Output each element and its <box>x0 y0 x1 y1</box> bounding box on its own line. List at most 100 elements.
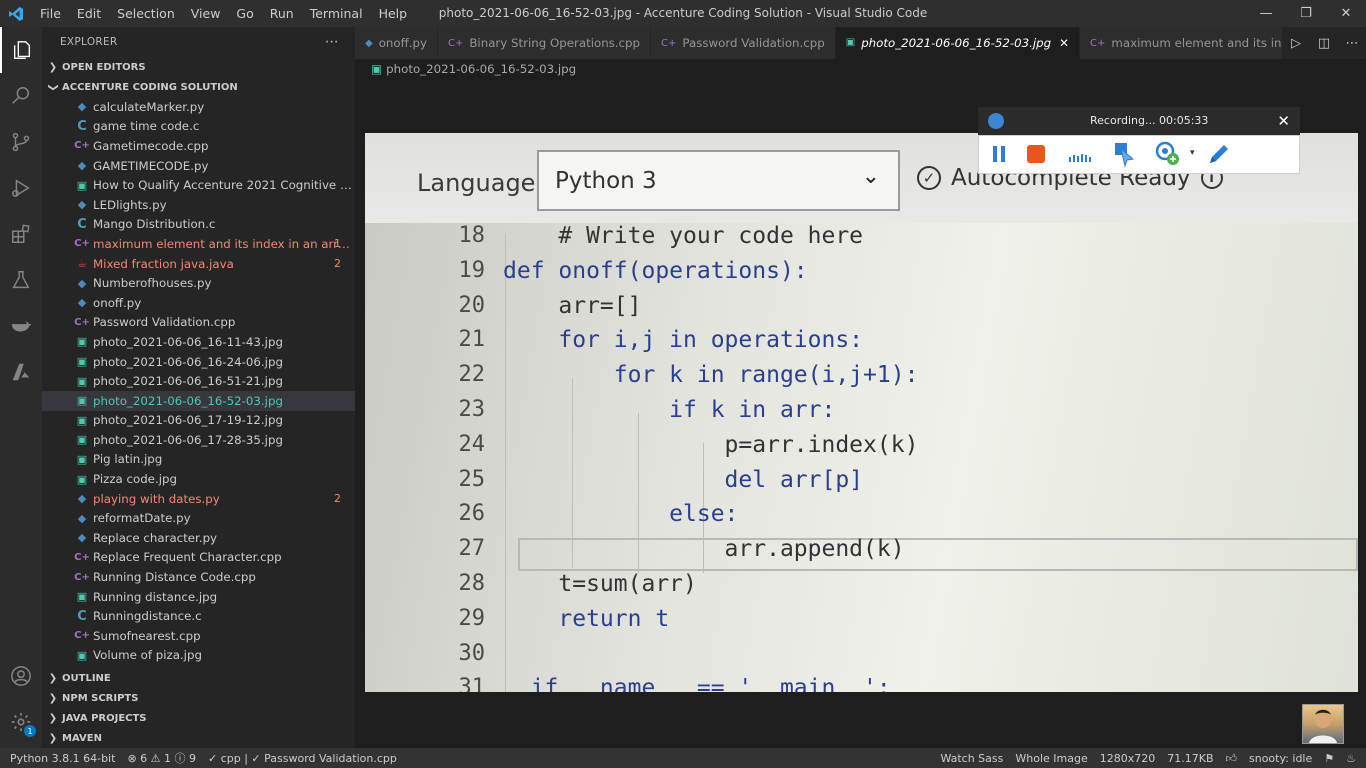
cpp-icon: C+ <box>74 630 90 642</box>
extensions-icon[interactable] <box>0 211 42 257</box>
close-window-icon[interactable]: ✕ <box>1326 0 1366 27</box>
file-item[interactable]: C+ Gametimecode.cpp <box>42 136 355 156</box>
watch-sass[interactable]: Watch Sass <box>934 752 1009 765</box>
docker-icon[interactable] <box>0 303 42 349</box>
more-actions-icon[interactable]: ⋯ <box>1338 36 1366 51</box>
audio-level-icon[interactable] <box>1069 148 1093 165</box>
file-item[interactable]: C Runningdistance.c <box>42 606 355 626</box>
file-item[interactable]: C+ Running Distance Code.cpp <box>42 567 355 587</box>
status-bar: Python 3.8.1 64-bit ⊗ 6 ⚠ 1 ⓘ 9 ✓ cpp | … <box>0 748 1366 768</box>
breadcrumb[interactable]: ▣ photo_2021-06-06_16-52-03.jpg <box>355 59 576 79</box>
editor-tab[interactable]: ◆ onoff.py <box>355 27 438 59</box>
outline-section[interactable]: ❯ OUTLINE <box>42 668 355 688</box>
menu-file[interactable]: File <box>32 0 69 27</box>
file-item[interactable]: ◆ Replace character.py <box>42 528 355 548</box>
highlight-cursor-icon[interactable] <box>1113 141 1137 172</box>
account-icon[interactable] <box>0 653 42 699</box>
problems-indicator[interactable]: ⊗ 6 ⚠ 1 ⓘ 9 <box>121 750 202 766</box>
restore-icon[interactable]: ❐ <box>1286 0 1326 27</box>
testing-icon[interactable] <box>0 257 42 303</box>
source-control-icon[interactable] <box>0 119 42 165</box>
menu-go[interactable]: Go <box>228 0 261 27</box>
file-item[interactable]: ▣ photo_2021-06-06_16-11-43.jpg <box>42 332 355 352</box>
explorer-icon[interactable] <box>0 27 42 73</box>
java-projects-section[interactable]: ❯ JAVA PROJECTS <box>42 708 355 728</box>
file-name: How to Qualify Accenture 2021 Cognitive … <box>93 178 355 193</box>
line-number: 20 <box>458 292 486 318</box>
menu-selection[interactable]: Selection <box>109 0 183 27</box>
code-line: 27 arr.append(k) <box>365 536 1358 570</box>
menu-view[interactable]: View <box>183 0 229 27</box>
settings-gear-icon[interactable]: 1 <box>0 699 42 745</box>
file-name: Gametimecode.cpp <box>93 138 209 153</box>
maven-section[interactable]: ❯ MAVEN <box>42 728 355 748</box>
editor-tab[interactable]: C+ Password Validation.cpp <box>651 27 836 59</box>
file-item[interactable]: ◆ onoff.py <box>42 293 355 313</box>
editor-tab[interactable]: C+ Binary String Operations.cpp <box>437 27 652 59</box>
python-interpreter[interactable]: Python 3.8.1 64-bit <box>0 752 121 765</box>
file-item[interactable]: ▣ Running distance.jpg <box>42 587 355 607</box>
file-item[interactable]: ▣ photo_2021-06-06_17-19-12.jpg <box>42 411 355 431</box>
file-item[interactable]: ◆ LEDlights.py <box>42 195 355 215</box>
whole-image-zoom[interactable]: Whole Image <box>1009 752 1093 765</box>
file-item[interactable]: ▣ photo_2021-06-06_16-24-06.jpg <box>42 352 355 372</box>
file-item[interactable]: C+ Password Validation.cpp <box>42 313 355 333</box>
pen-draw-icon[interactable] <box>1207 142 1231 169</box>
editor-tab[interactable]: ▣ photo_2021-06-06_16-52-03.jpg ✕ <box>835 27 1081 59</box>
close-icon[interactable]: ✕ <box>1277 107 1290 135</box>
file-item[interactable]: ▣ How to Qualify Accenture 2021 Cognitive… <box>42 175 355 195</box>
webcam-add-icon[interactable] <box>1155 141 1183 170</box>
search-icon[interactable] <box>0 73 42 119</box>
pause-icon[interactable] <box>991 145 1007 166</box>
settings-badge: 1 <box>24 725 36 737</box>
file-item[interactable]: C+ maximum element and its index in an ar… <box>42 234 355 254</box>
file-item[interactable]: C+ Sumofnearest.cpp <box>42 626 355 646</box>
file-item[interactable]: C+ Replace Frequent Character.cpp <box>42 548 355 568</box>
folder-section[interactable]: ❯ ACCENTURE CODING SOLUTION <box>42 77 355 97</box>
breadcrumb-item[interactable]: photo_2021-06-06_16-52-03.jpg <box>386 62 576 76</box>
menu-help[interactable]: Help <box>371 0 416 27</box>
close-tab-icon[interactable]: ✕ <box>1059 36 1069 50</box>
more-actions-icon[interactable]: ⋯ <box>325 34 355 50</box>
recorder-logo-icon <box>988 113 1004 129</box>
run-debug-icon[interactable] <box>0 165 42 211</box>
file-item[interactable]: ▣ photo_2021-06-06_16-51-21.jpg <box>42 371 355 391</box>
menu-terminal[interactable]: Terminal <box>302 0 371 27</box>
file-name: Running Distance Code.cpp <box>93 570 256 585</box>
run-icon[interactable]: ▷ <box>1282 36 1310 51</box>
file-item[interactable]: ◆ Numberofhouses.py <box>42 273 355 293</box>
split-editor-icon[interactable]: ◫ <box>1310 36 1338 51</box>
file-item[interactable]: ▣ Pizza code.jpg <box>42 469 355 489</box>
file-item[interactable]: Cgame time code.c <box>42 117 355 137</box>
language-value: Python 3 <box>555 168 657 194</box>
file-item[interactable]: ▣ photo_2021-06-06_17-28-35.jpg <box>42 430 355 450</box>
file-item[interactable]: ◆ GAMETIMECODE.py <box>42 156 355 176</box>
notifications-bell-icon[interactable]: ♨ <box>1340 752 1366 765</box>
npm-scripts-section[interactable]: ❯ NPM SCRIPTS <box>42 688 355 708</box>
like-icon[interactable]: 👍︎ <box>1220 752 1244 765</box>
file-item[interactable]: ◆ playing with dates.py 2 <box>42 489 355 509</box>
file-item[interactable]: ▣ photo_2021-06-06_16-52-03.jpg <box>42 390 355 411</box>
file-item[interactable]: ☕ Mixed fraction java.java 2 <box>42 254 355 274</box>
open-editors-section[interactable]: ❯ OPEN EDITORS <box>42 57 355 77</box>
dropdown-arrow-icon[interactable]: ▾ <box>1190 148 1195 158</box>
azure-icon[interactable] <box>0 349 42 395</box>
python-icon: ◆ <box>77 198 87 212</box>
menu-edit[interactable]: Edit <box>69 0 109 27</box>
snooty-status[interactable]: snooty: idle <box>1243 752 1318 765</box>
file-item[interactable]: ▣ Pig latin.jpg <box>42 450 355 470</box>
line-number: 19 <box>458 257 486 283</box>
file-item[interactable]: C Mango Distribution.c <box>42 215 355 235</box>
line-number: 28 <box>458 571 486 596</box>
cpp-icon: C+ <box>74 140 90 152</box>
file-item[interactable]: ◆ calculateMarker.py <box>42 97 355 117</box>
minimize-icon[interactable]: — <box>1246 0 1286 27</box>
stop-icon[interactable] <box>1027 145 1045 166</box>
menu-run[interactable]: Run <box>262 0 302 27</box>
file-item[interactable]: ▣ Volume of piza.jpg <box>42 646 355 666</box>
chevron-down-icon: ⌄ <box>861 164 880 189</box>
file-item[interactable]: ◆ reformatDate.py <box>42 508 355 528</box>
recorder-toolbar: ▾ <box>978 135 1300 174</box>
feedback-icon[interactable]: ⚑ <box>1318 752 1340 765</box>
cpp-status[interactable]: ✓ cpp | ✓ Password Validation.cpp <box>202 752 403 765</box>
